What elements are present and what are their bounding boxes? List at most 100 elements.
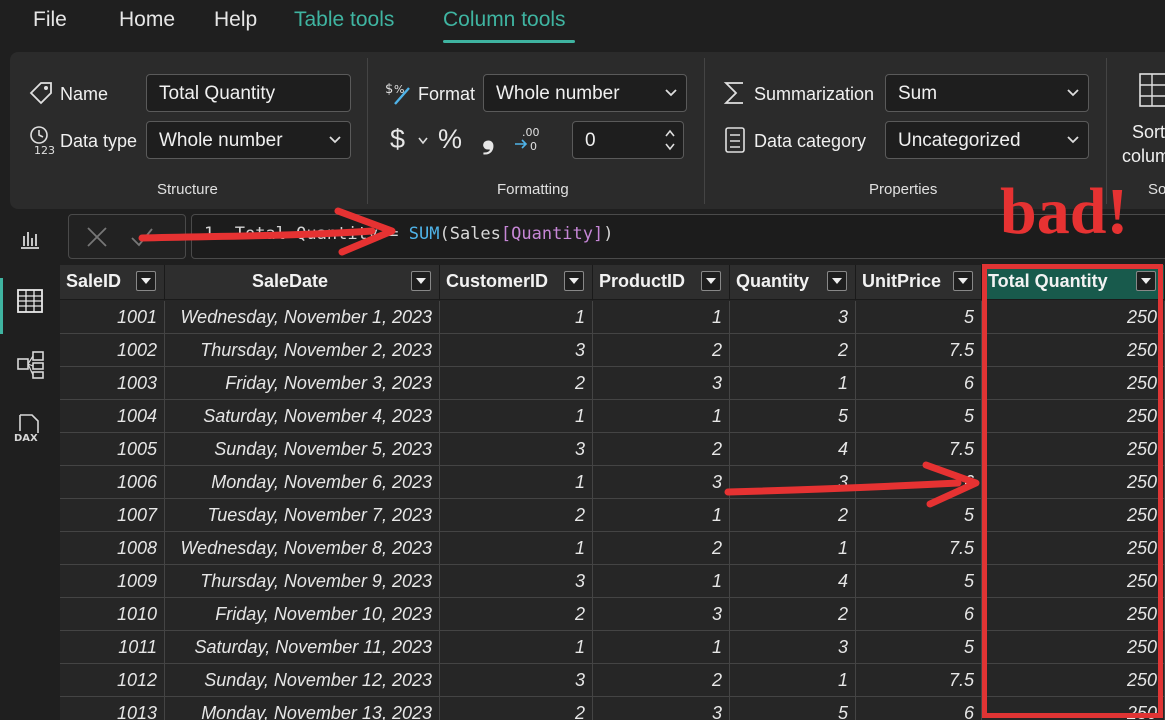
- table-cell[interactable]: 3: [730, 466, 856, 499]
- table-cell[interactable]: Monday, November 13, 2023: [165, 697, 440, 720]
- table-cell[interactable]: 1009: [60, 565, 165, 598]
- table-cell[interactable]: 1003: [60, 367, 165, 400]
- table-cell[interactable]: 3: [593, 367, 730, 400]
- table-cell[interactable]: Saturday, November 4, 2023: [165, 400, 440, 433]
- dax-query-view-icon[interactable]: DAX: [14, 413, 42, 443]
- table-cell[interactable]: 5: [856, 565, 982, 598]
- datacategory-select[interactable]: Uncategorized: [885, 121, 1089, 159]
- table-cell[interactable]: 1: [593, 499, 730, 532]
- table-cell[interactable]: Friday, November 3, 2023: [165, 367, 440, 400]
- table-cell[interactable]: 5: [730, 697, 856, 720]
- table-cell[interactable]: 4: [730, 565, 856, 598]
- table-cell[interactable]: 2: [593, 532, 730, 565]
- filter-dropdown-icon[interactable]: [953, 271, 973, 291]
- filter-dropdown-icon[interactable]: [827, 271, 847, 291]
- summarization-select[interactable]: Sum: [885, 74, 1089, 112]
- menu-help[interactable]: Help: [214, 8, 257, 32]
- currency-dropdown-chevron-icon[interactable]: [417, 136, 429, 146]
- table-cell[interactable]: 2: [593, 433, 730, 466]
- table-cell[interactable]: 1008: [60, 532, 165, 565]
- table-cell[interactable]: 2: [440, 367, 593, 400]
- table-cell[interactable]: Thursday, November 2, 2023: [165, 334, 440, 367]
- column-header[interactable]: Quantity: [730, 265, 856, 300]
- table-cell[interactable]: 6: [856, 466, 982, 499]
- menu-home[interactable]: Home: [119, 8, 175, 32]
- filter-dropdown-icon[interactable]: [411, 271, 431, 291]
- table-cell[interactable]: 1: [593, 631, 730, 664]
- table-cell[interactable]: 3: [593, 697, 730, 720]
- table-cell[interactable]: 7.5: [856, 433, 982, 466]
- table-cell[interactable]: 1: [593, 400, 730, 433]
- table-cell[interactable]: 1010: [60, 598, 165, 631]
- datatype-select[interactable]: Whole number: [146, 121, 351, 159]
- table-cell[interactable]: 1004: [60, 400, 165, 433]
- table-cell[interactable]: 1012: [60, 664, 165, 697]
- table-cell[interactable]: 2: [593, 664, 730, 697]
- table-cell[interactable]: 3: [730, 631, 856, 664]
- table-cell[interactable]: 2: [730, 334, 856, 367]
- table-cell[interactable]: Sunday, November 5, 2023: [165, 433, 440, 466]
- table-cell[interactable]: 7.5: [856, 532, 982, 565]
- sort-by-column-icon[interactable]: [1138, 70, 1165, 110]
- sort-label-1[interactable]: Sort: [1132, 122, 1165, 143]
- column-header[interactable]: ProductID: [593, 265, 730, 300]
- table-cell[interactable]: 5: [856, 400, 982, 433]
- table-cell[interactable]: 250: [982, 466, 1165, 499]
- table-cell[interactable]: 2: [440, 499, 593, 532]
- table-cell[interactable]: 250: [982, 598, 1165, 631]
- table-cell[interactable]: 3: [440, 565, 593, 598]
- table-cell[interactable]: 1: [730, 532, 856, 565]
- stepper-arrows-icon[interactable]: [664, 126, 676, 154]
- percent-button[interactable]: %: [438, 124, 462, 155]
- model-view-icon[interactable]: [17, 351, 45, 379]
- table-cell[interactable]: 1: [730, 367, 856, 400]
- table-cell[interactable]: 250: [982, 400, 1165, 433]
- table-view-icon[interactable]: [17, 289, 43, 313]
- filter-dropdown-icon[interactable]: [701, 271, 721, 291]
- table-cell[interactable]: 3: [593, 466, 730, 499]
- table-cell[interactable]: 1002: [60, 334, 165, 367]
- table-cell[interactable]: 3: [730, 301, 856, 334]
- report-view-icon[interactable]: [18, 226, 42, 250]
- table-cell[interactable]: 1: [440, 400, 593, 433]
- table-cell[interactable]: Wednesday, November 8, 2023: [165, 532, 440, 565]
- table-cell[interactable]: Monday, November 6, 2023: [165, 466, 440, 499]
- filter-dropdown-icon[interactable]: [1136, 271, 1156, 291]
- table-cell[interactable]: 1: [730, 664, 856, 697]
- table-cell[interactable]: 250: [982, 499, 1165, 532]
- menu-table-tools[interactable]: Table tools: [294, 8, 394, 32]
- table-cell[interactable]: 1007: [60, 499, 165, 532]
- table-cell[interactable]: 2: [440, 697, 593, 720]
- cancel-formula-icon[interactable]: [85, 225, 109, 249]
- table-cell[interactable]: 1: [440, 466, 593, 499]
- table-cell[interactable]: Sunday, November 12, 2023: [165, 664, 440, 697]
- name-input[interactable]: Total Quantity: [146, 74, 351, 112]
- table-cell[interactable]: 5: [730, 400, 856, 433]
- table-cell[interactable]: 250: [982, 367, 1165, 400]
- table-cell[interactable]: 3: [593, 598, 730, 631]
- table-cell[interactable]: 5: [856, 631, 982, 664]
- table-cell[interactable]: 1: [440, 532, 593, 565]
- table-cell[interactable]: 3: [440, 664, 593, 697]
- table-cell[interactable]: 250: [982, 301, 1165, 334]
- table-cell[interactable]: 2: [440, 598, 593, 631]
- table-cell[interactable]: 6: [856, 598, 982, 631]
- table-cell[interactable]: 1: [440, 301, 593, 334]
- column-header[interactable]: SaleDate: [165, 265, 440, 300]
- format-select[interactable]: Whole number: [483, 74, 687, 112]
- table-cell[interactable]: 4: [730, 433, 856, 466]
- decimal-places-icon[interactable]: .00 0: [512, 126, 542, 152]
- table-cell[interactable]: 250: [982, 697, 1165, 720]
- table-cell[interactable]: 1013: [60, 697, 165, 720]
- table-cell[interactable]: 1: [440, 631, 593, 664]
- table-cell[interactable]: 3: [440, 334, 593, 367]
- table-cell[interactable]: 3: [440, 433, 593, 466]
- table-cell[interactable]: 2: [730, 499, 856, 532]
- table-cell[interactable]: Tuesday, November 7, 2023: [165, 499, 440, 532]
- commit-formula-icon[interactable]: [129, 225, 155, 249]
- filter-dropdown-icon[interactable]: [564, 271, 584, 291]
- table-cell[interactable]: 5: [856, 301, 982, 334]
- currency-button[interactable]: $: [390, 124, 405, 155]
- table-cell[interactable]: Friday, November 10, 2023: [165, 598, 440, 631]
- table-cell[interactable]: 250: [982, 433, 1165, 466]
